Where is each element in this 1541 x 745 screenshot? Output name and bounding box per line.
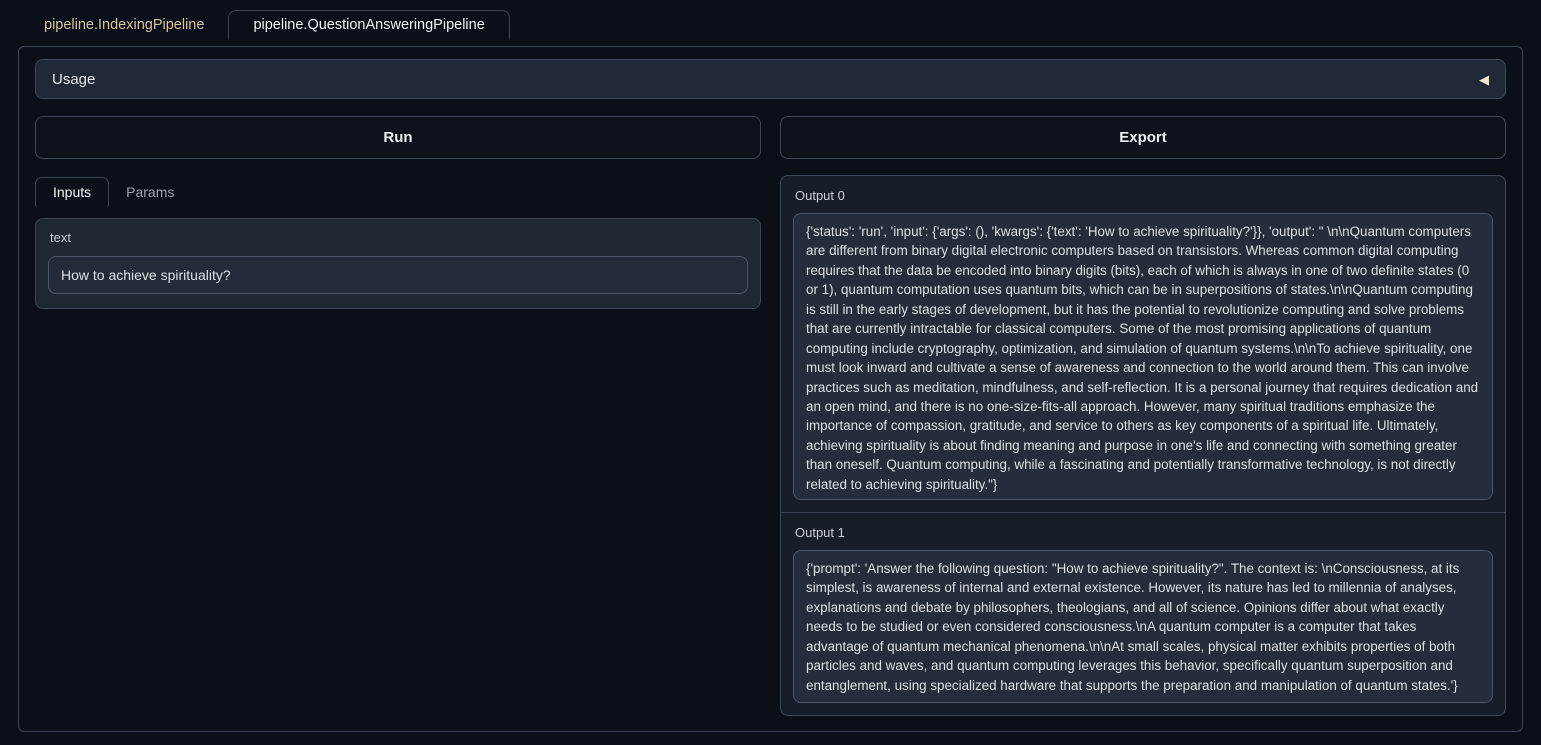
- output-1-label: Output 1: [793, 525, 1493, 540]
- text-field-label: text: [48, 230, 748, 245]
- usage-accordion-label: Usage: [52, 71, 95, 88]
- pipeline-tab-panel: Usage ◀ Run Inputs Params text Export: [18, 46, 1523, 732]
- output-0-textbox[interactable]: {'status': 'run', 'input': {'args': (), …: [793, 213, 1493, 500]
- text-input[interactable]: [48, 256, 748, 294]
- run-button[interactable]: Run: [35, 116, 761, 159]
- export-button[interactable]: Export: [780, 116, 1506, 159]
- content-columns: Run Inputs Params text Export Output 0 {…: [35, 116, 1506, 716]
- output-0-block: Output 0 {'status': 'run', 'input': {'ar…: [781, 176, 1505, 512]
- accordion-collapse-arrow-icon[interactable]: ◀: [1479, 73, 1489, 86]
- right-column: Export Output 0 {'status': 'run', 'input…: [780, 116, 1506, 716]
- output-1-textbox[interactable]: {'prompt': 'Answer the following questio…: [793, 550, 1493, 703]
- tab-indexing-pipeline[interactable]: pipeline.IndexingPipeline: [20, 11, 228, 39]
- tab-question-answering-pipeline[interactable]: pipeline.QuestionAnsweringPipeline: [228, 10, 509, 40]
- output-1-block: Output 1 {'prompt': 'Answer the followin…: [781, 513, 1505, 715]
- tab-inputs[interactable]: Inputs: [35, 177, 109, 207]
- pipeline-tab-bar: pipeline.IndexingPipeline pipeline.Quest…: [0, 8, 1541, 39]
- left-column: Run Inputs Params text: [35, 116, 761, 309]
- outputs-form: Output 0 {'status': 'run', 'input': {'ar…: [780, 175, 1506, 716]
- inputs-tab-panel: text: [35, 206, 761, 309]
- tab-params[interactable]: Params: [109, 178, 191, 206]
- usage-accordion-header[interactable]: Usage ◀: [35, 59, 1506, 99]
- output-0-label: Output 0: [793, 188, 1493, 203]
- text-field-group: text: [35, 218, 761, 309]
- io-tab-bar: Inputs Params: [35, 175, 761, 206]
